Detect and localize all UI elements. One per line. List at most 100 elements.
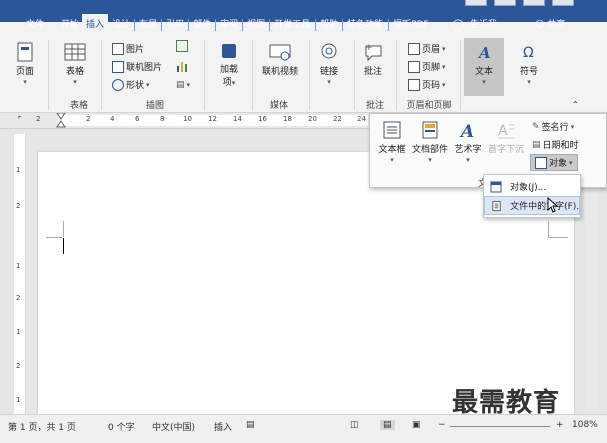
shapes-icon xyxy=(112,78,124,91)
chevron-down-icon: ▾ xyxy=(442,44,446,53)
ribbon-tabs: 文件 开始 插入 设计 布局 引用 邮件 审阅 视图 开发工具 帮助 特色功能 … xyxy=(0,14,433,36)
tab-insert[interactable]: 插入 xyxy=(82,14,109,36)
quick-access-button[interactable] xyxy=(523,0,545,6)
tab-help[interactable]: 帮助 xyxy=(316,14,342,36)
ruler-tick: 12 xyxy=(208,115,217,123)
shapes-button[interactable]: 形状 ▾ xyxy=(112,78,150,91)
object-button[interactable]: 对象 ▾ xyxy=(530,154,578,171)
tell-me-search[interactable]: 告诉我 xyxy=(470,14,497,36)
signature-line-button[interactable]: ✎ 签名行 ▾ xyxy=(532,120,574,134)
tab-developer[interactable]: 开发工具 xyxy=(270,14,315,36)
collapse-ribbon-icon[interactable]: ⌃ xyxy=(572,100,579,109)
tab-file[interactable]: 文件 xyxy=(0,14,52,36)
wordart-button[interactable]: A 艺术字 ▾ xyxy=(450,120,486,165)
group-label-illustrations: 插图 xyxy=(145,101,164,111)
crop-mark xyxy=(46,237,63,238)
share-label: 共享 xyxy=(547,20,566,30)
drop-cap-button[interactable]: A 首字下沉 xyxy=(488,120,524,155)
picture-button[interactable]: 图片 xyxy=(112,42,144,55)
print-layout-icon[interactable]: ▤ xyxy=(380,420,395,430)
share-button[interactable]: ☺ 共享 xyxy=(535,14,565,36)
crop-mark xyxy=(548,237,568,238)
tab-stop-selector[interactable]: ⌜ xyxy=(18,115,22,124)
text-button[interactable]: A 文本 ▾ xyxy=(464,38,504,96)
ruler-tick: 2 xyxy=(16,294,21,302)
page-button[interactable]: 页面 ▾ xyxy=(10,42,40,87)
omega-icon: Ω xyxy=(523,45,534,61)
read-mode-icon[interactable]: ◫ xyxy=(350,420,359,430)
video-icon xyxy=(269,44,291,61)
page-label: 页面 xyxy=(15,67,34,77)
calendar-icon: ▤ xyxy=(532,139,541,150)
ruler-tick: 10 xyxy=(183,115,192,123)
group-separator xyxy=(252,40,253,110)
link-button[interactable]: 链接 ▾ xyxy=(314,42,344,87)
lightbulb-icon: ◯ xyxy=(452,18,465,31)
ruler-tick: 24 xyxy=(357,115,366,123)
web-layout-icon[interactable]: ▣ xyxy=(412,420,421,430)
menu-item-object[interactable]: 对象(J)... xyxy=(484,177,580,196)
textbox-button[interactable]: 文本框 ▾ xyxy=(374,120,410,165)
tab-foxit-pdf[interactable]: 福昕PDF xyxy=(389,14,433,36)
chevron-down-icon: ▾ xyxy=(428,156,432,164)
page-count[interactable]: 第 1 页，共 1 页 xyxy=(8,420,76,433)
zoom-in-icon[interactable]: + xyxy=(556,420,564,430)
group-label-header-footer: 页眉和页脚 xyxy=(406,101,452,111)
chart-icon xyxy=(177,62,187,72)
tab-design[interactable]: 设计 xyxy=(108,14,134,36)
screenshot-button[interactable]: ▤ ▾ xyxy=(176,80,190,90)
quick-access-button[interactable] xyxy=(552,0,574,6)
tab-features[interactable]: 特色功能 xyxy=(343,14,388,36)
ruler-tick: 6 xyxy=(135,115,140,123)
zoom-level[interactable]: 108% xyxy=(572,420,598,430)
vertical-ruler[interactable]: 1 2 1 2 1 2 1 xyxy=(14,134,26,414)
textbox-icon xyxy=(383,121,401,139)
date-time-button[interactable]: ▤ 日期和时 xyxy=(532,138,579,152)
object-label: 对象 xyxy=(549,159,568,169)
footer-button[interactable]: 页脚 ▾ xyxy=(408,60,446,73)
smartart-button[interactable] xyxy=(176,40,188,52)
addins-button[interactable]: 加载 项▾ xyxy=(212,42,246,88)
chevron-down-icon: ▾ xyxy=(23,78,27,86)
online-picture-button[interactable]: 联机图片 xyxy=(112,60,162,73)
language[interactable]: 中文(中国) xyxy=(152,420,195,433)
table-label: 表格 xyxy=(65,67,84,77)
symbol-button[interactable]: Ω 符号 ▾ xyxy=(512,42,546,87)
quick-access-button[interactable] xyxy=(494,0,516,6)
group-separator xyxy=(460,40,461,110)
tab-mailings[interactable]: 邮件 xyxy=(189,14,215,36)
word-count[interactable]: 0 个字 xyxy=(108,420,135,433)
symbol-label: 符号 xyxy=(519,67,538,77)
ruler-tick: 4 xyxy=(110,115,115,123)
tab-references[interactable]: 引用 xyxy=(162,14,188,36)
svg-text:A: A xyxy=(498,123,508,139)
tab-review[interactable]: 审阅 xyxy=(216,14,242,36)
ruler-tick: 2 xyxy=(16,362,21,370)
chart-button[interactable] xyxy=(176,60,188,72)
macro-record-icon[interactable]: ▤ xyxy=(246,420,255,430)
footer-label: 页脚 xyxy=(422,63,441,73)
table-button[interactable]: 表格 ▾ xyxy=(58,42,92,87)
menu-item-text-from-file[interactable]: 文件中的文字(F)... xyxy=(484,196,580,215)
indent-marker[interactable] xyxy=(56,113,66,128)
tab-view[interactable]: 视图 xyxy=(243,14,269,36)
page-number-button[interactable]: 页码 ▾ xyxy=(408,78,446,91)
tab-layout[interactable]: 布局 xyxy=(135,14,161,36)
ruler-tick: 2 xyxy=(16,202,21,210)
online-video-button[interactable]: 联机视频 xyxy=(256,42,304,77)
chevron-down-icon: ▾ xyxy=(442,62,446,71)
link-label: 链接 xyxy=(319,67,338,77)
header-label: 页眉 xyxy=(422,45,441,55)
wordart-icon: A xyxy=(459,122,474,140)
zoom-slider[interactable] xyxy=(450,426,550,427)
zoom-out-icon[interactable]: − xyxy=(438,420,446,430)
tab-home[interactable]: 开始 xyxy=(52,14,82,36)
mouse-pointer-icon xyxy=(547,197,559,213)
text-label: 文本 xyxy=(474,67,493,77)
quick-parts-button[interactable]: 文档部件 ▾ xyxy=(412,120,448,165)
comment-button[interactable]: + 批注 xyxy=(358,42,388,77)
quick-access-button[interactable] xyxy=(465,0,487,6)
svg-text:Ω: Ω xyxy=(523,45,534,61)
header-button[interactable]: 页眉 ▾ xyxy=(408,42,446,55)
insert-mode[interactable]: 插入 xyxy=(214,420,232,433)
